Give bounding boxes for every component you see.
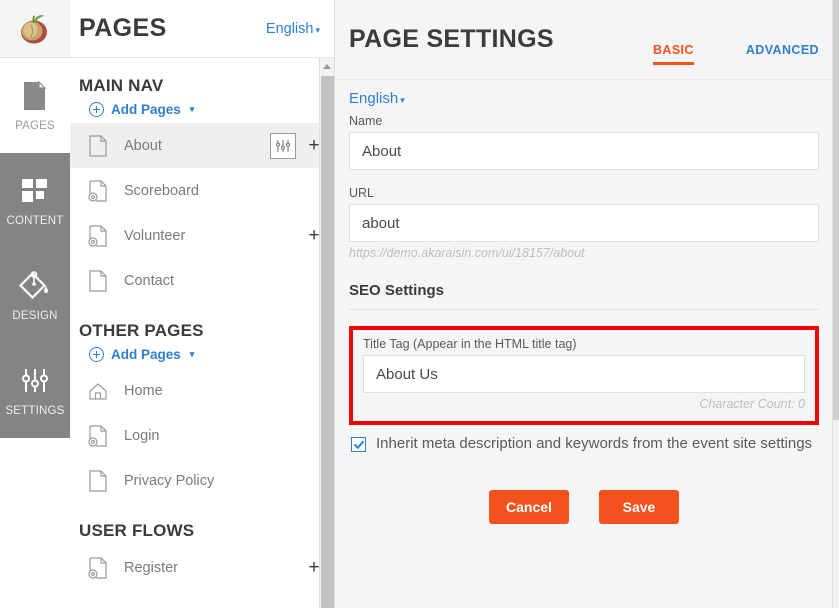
page-name-label: Scoreboard bbox=[124, 182, 199, 199]
settings-header: PAGE SETTINGS BASIC ADVANCED bbox=[335, 0, 839, 80]
page-row-home[interactable]: Home + bbox=[70, 368, 334, 413]
section-title-other-pages: OTHER PAGES bbox=[79, 321, 204, 340]
url-preview-text: https://demo.akaraisin.com/ui/18157/abou… bbox=[349, 246, 585, 260]
cancel-button[interactable]: Cancel bbox=[489, 490, 569, 525]
page-name-label: Home bbox=[124, 382, 163, 399]
chevron-down-icon: ▾ bbox=[189, 349, 195, 359]
rail-label-content: CONTENT bbox=[6, 215, 64, 227]
page-name-label: Privacy Policy bbox=[124, 472, 215, 489]
page-gear-icon bbox=[88, 224, 108, 247]
section-title-user-flows: USER FLOWS bbox=[79, 521, 195, 540]
inherit-meta-row[interactable]: Inherit meta description and keywords fr… bbox=[349, 434, 819, 454]
settings-panel-scrollbar[interactable] bbox=[832, 0, 839, 608]
page-name-label: Contact bbox=[124, 272, 174, 289]
page-gear-icon bbox=[88, 179, 108, 202]
page-settings-app: PAGES CONTENT DESIGN SETTINGS PAGES Engl… bbox=[0, 0, 839, 608]
page-name-label: Volunteer bbox=[124, 227, 186, 244]
page-plain-icon bbox=[88, 134, 108, 157]
tab-advanced[interactable]: ADVANCED bbox=[746, 43, 819, 65]
tab-basic[interactable]: BASIC bbox=[652, 43, 694, 65]
character-count-text: Character Count: 0 bbox=[699, 397, 805, 411]
url-field-label: URL bbox=[349, 186, 375, 200]
page-row-register[interactable]: Register + bbox=[70, 545, 334, 590]
pages-language-label: English bbox=[265, 20, 314, 37]
settings-form: English▾ Name URL https://demo.akaraisin… bbox=[335, 80, 839, 525]
page-document-icon bbox=[18, 79, 52, 113]
rail-item-settings[interactable]: SETTINGS bbox=[0, 343, 70, 438]
page-name-label: Login bbox=[124, 427, 160, 444]
page-name-label: About bbox=[124, 137, 162, 154]
page-plain-icon bbox=[88, 269, 108, 292]
module-rail: PAGES CONTENT DESIGN SETTINGS bbox=[0, 0, 70, 608]
page-gear-icon bbox=[88, 556, 108, 579]
settings-tabs: BASIC ADVANCED bbox=[652, 43, 819, 79]
page-name-label: Register bbox=[124, 559, 178, 576]
pages-panel: PAGES English ▾ MAIN NAV Add Pages ▾ Abo… bbox=[70, 0, 335, 608]
form-actions: Cancel Save bbox=[349, 490, 819, 525]
content-blocks-icon bbox=[18, 174, 52, 208]
section-title-main-nav: MAIN NAV bbox=[79, 76, 164, 95]
circle-plus-icon bbox=[89, 102, 104, 117]
home-icon bbox=[88, 380, 108, 402]
add-pages-button-main-nav[interactable]: Add Pages ▾ bbox=[70, 100, 334, 123]
rail-label-design: DESIGN bbox=[12, 310, 58, 322]
add-pages-label: Add Pages bbox=[111, 347, 181, 362]
page-row-scoreboard[interactable]: Scoreboard + bbox=[70, 168, 334, 213]
pages-list-scroll-area: MAIN NAV Add Pages ▾ About + Scoreboard … bbox=[70, 58, 334, 608]
app-logo[interactable] bbox=[0, 0, 70, 58]
name-field-label: Name bbox=[349, 114, 383, 128]
settings-language-label: English bbox=[349, 90, 399, 107]
scroll-up-arrow-icon[interactable] bbox=[320, 58, 334, 74]
page-row-about[interactable]: About + bbox=[70, 123, 334, 168]
page-settings-sliders-button[interactable] bbox=[270, 132, 296, 159]
chevron-down-icon: ▾ bbox=[189, 104, 195, 114]
url-input[interactable] bbox=[349, 204, 819, 242]
save-button[interactable]: Save bbox=[599, 490, 679, 525]
inherit-meta-checkbox[interactable] bbox=[351, 437, 366, 452]
title-tag-input[interactable] bbox=[363, 355, 805, 393]
settings-language-selector[interactable]: English ▾ bbox=[349, 90, 405, 107]
raisin-logo-icon bbox=[17, 11, 53, 47]
page-settings-panel: PAGE SETTINGS BASIC ADVANCED English ▾ Na… bbox=[335, 0, 839, 608]
page-title: PAGE SETTINGS bbox=[349, 25, 554, 53]
page-row-login[interactable]: Login + bbox=[70, 413, 334, 458]
design-paint-icon bbox=[18, 269, 52, 303]
rail-item-design[interactable]: DESIGN bbox=[0, 248, 70, 343]
pages-panel-title: PAGES bbox=[79, 14, 167, 42]
title-tag-label: Title Tag (Appear in the HTML title tag) bbox=[363, 337, 577, 351]
pages-language-selector[interactable]: English ▾ bbox=[266, 21, 320, 37]
page-row-volunteer[interactable]: Volunteer + bbox=[70, 213, 334, 258]
page-row-contact[interactable]: Contact + bbox=[70, 258, 334, 303]
add-pages-label: Add Pages bbox=[111, 102, 181, 117]
add-pages-button-other-pages[interactable]: Add Pages ▾ bbox=[70, 345, 334, 368]
rail-item-pages[interactable]: PAGES bbox=[0, 58, 70, 153]
page-gear-icon bbox=[88, 424, 108, 447]
name-input[interactable] bbox=[349, 132, 819, 170]
pages-panel-scrollbar[interactable] bbox=[319, 58, 334, 608]
scrollbar-thumb[interactable] bbox=[833, 0, 839, 420]
title-tag-highlight-box: Title Tag (Appear in the HTML title tag)… bbox=[349, 326, 819, 425]
pages-panel-header: PAGES English ▾ bbox=[70, 0, 334, 58]
scrollbar-thumb[interactable] bbox=[321, 76, 334, 608]
rail-label-settings: SETTINGS bbox=[5, 405, 65, 417]
settings-sliders-icon bbox=[18, 364, 52, 398]
page-plain-icon bbox=[88, 469, 108, 492]
circle-plus-icon bbox=[89, 347, 104, 362]
rail-label-pages: PAGES bbox=[15, 120, 55, 132]
rail-item-content[interactable]: CONTENT bbox=[0, 153, 70, 248]
seo-settings-heading: SEO Settings bbox=[349, 282, 819, 310]
chevron-down-icon: ▾ bbox=[315, 24, 320, 35]
inherit-meta-label: Inherit meta description and keywords fr… bbox=[376, 435, 813, 452]
chevron-down-icon: ▾ bbox=[400, 95, 405, 105]
page-row-privacy-policy[interactable]: Privacy Policy + bbox=[70, 458, 334, 503]
